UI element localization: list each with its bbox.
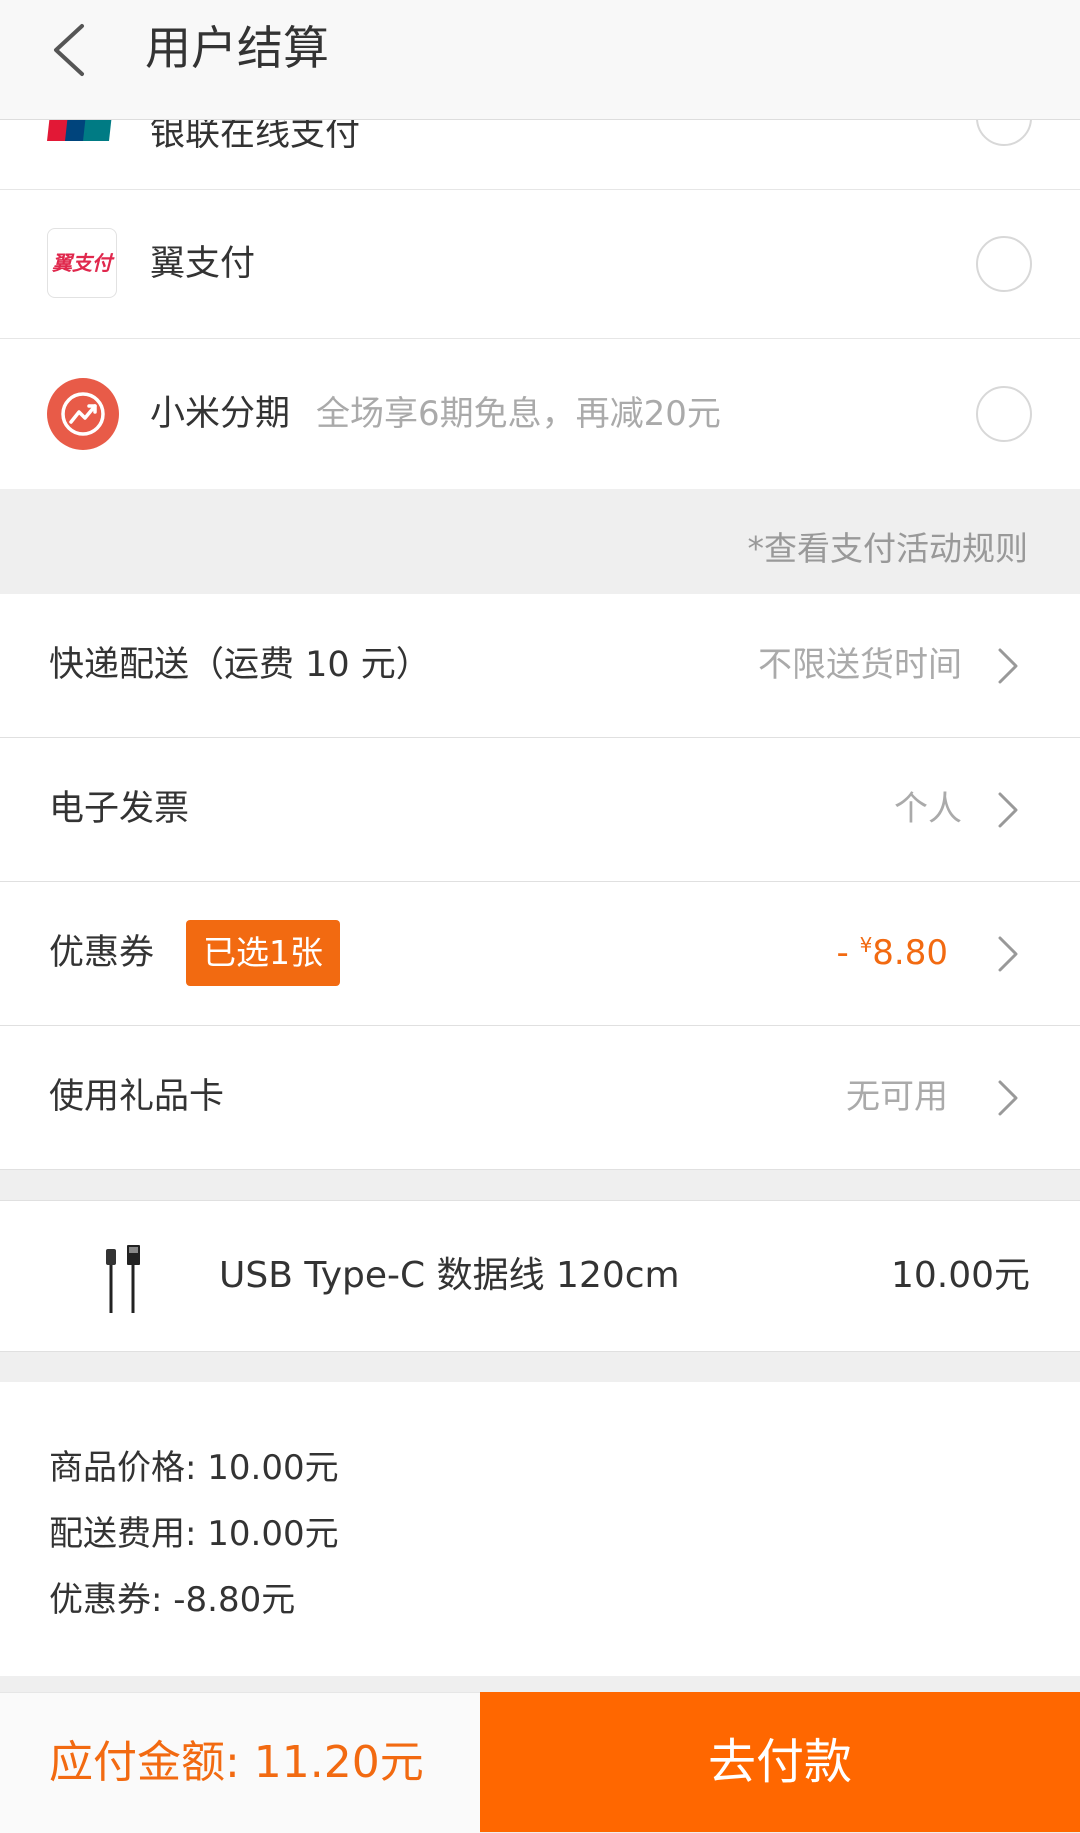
chevron-left-icon: [54, 24, 84, 76]
radio-button[interactable]: [976, 386, 1032, 442]
giftcard-label: 使用礼品卡: [49, 1077, 225, 1117]
payment-option-xiaomi-fenqi[interactable]: 小米分期 全场享6期免息，再减20元: [0, 339, 1080, 489]
coupon-selected-badge: 已选1张: [186, 920, 340, 986]
xiaomi-fenqi-logo-icon: [47, 378, 119, 454]
page-title: 用户结算: [145, 21, 329, 75]
radio-button[interactable]: [976, 236, 1032, 292]
discount-amount: 8.80: [872, 933, 948, 973]
yizhifu-logo-icon: 翼支付: [47, 228, 117, 298]
chevron-right-icon: [998, 648, 1018, 684]
total-amount-bar: 应付金额: 11.20元: [0, 1692, 480, 1833]
payment-promo-text: 全场享6期免息，再减20元: [316, 394, 721, 434]
total-amount: 应付金额: 11.20元: [49, 1737, 424, 1788]
chevron-right-icon: [998, 1080, 1018, 1116]
delivery-label: 快递配送（运费 10 元）: [49, 645, 431, 685]
product-name: USB Type-C 数据线 120cm: [219, 1255, 680, 1296]
coupon-option-row[interactable]: 优惠券 已选1张 - ¥8.80: [0, 882, 1080, 1026]
chevron-right-icon: [998, 936, 1018, 972]
invoice-type-value: 个人: [894, 789, 962, 829]
top-bar: 用户结算: [0, 0, 1080, 120]
coupon-label: 优惠券: [49, 933, 155, 973]
giftcard-status-value: 无可用: [846, 1077, 948, 1117]
usb-cable-product-image: [98, 1241, 148, 1319]
discount-sign: -: [836, 933, 860, 973]
pay-button[interactable]: 去付款: [480, 1692, 1080, 1832]
goods-price-line: 商品价格: 10.00元: [49, 1448, 339, 1488]
invoice-option-row[interactable]: 电子发票 个人: [0, 738, 1080, 882]
price-summary: 商品价格: 10.00元 配送费用: 10.00元 优惠券: -8.80元: [0, 1382, 1080, 1676]
payment-name: 翼支付: [150, 244, 256, 284]
payment-name: 小米分期: [150, 394, 291, 434]
product-price: 10.00元: [890, 1255, 1030, 1296]
payment-option-yizhifu[interactable]: 翼支付 翼支付: [0, 190, 1080, 339]
delivery-time-value: 不限送货时间: [758, 645, 962, 685]
chevron-right-icon: [998, 792, 1018, 828]
coupon-discount-line: 优惠券: -8.80元: [49, 1580, 296, 1620]
product-item[interactable]: USB Type-C 数据线 120cm 10.00元: [0, 1200, 1080, 1352]
invoice-label: 电子发票: [49, 789, 190, 829]
coupon-discount-value: - ¥8.80: [836, 882, 948, 1025]
shipping-fee-line: 配送费用: 10.00元: [49, 1514, 339, 1554]
payment-rules-link[interactable]: *查看支付活动规则: [748, 522, 1029, 570]
currency-symbol: ¥: [859, 933, 873, 957]
delivery-option-row[interactable]: 快递配送（运费 10 元） 不限送货时间: [0, 594, 1080, 738]
back-button[interactable]: [46, 20, 96, 80]
giftcard-option-row[interactable]: 使用礼品卡 无可用: [0, 1026, 1080, 1170]
